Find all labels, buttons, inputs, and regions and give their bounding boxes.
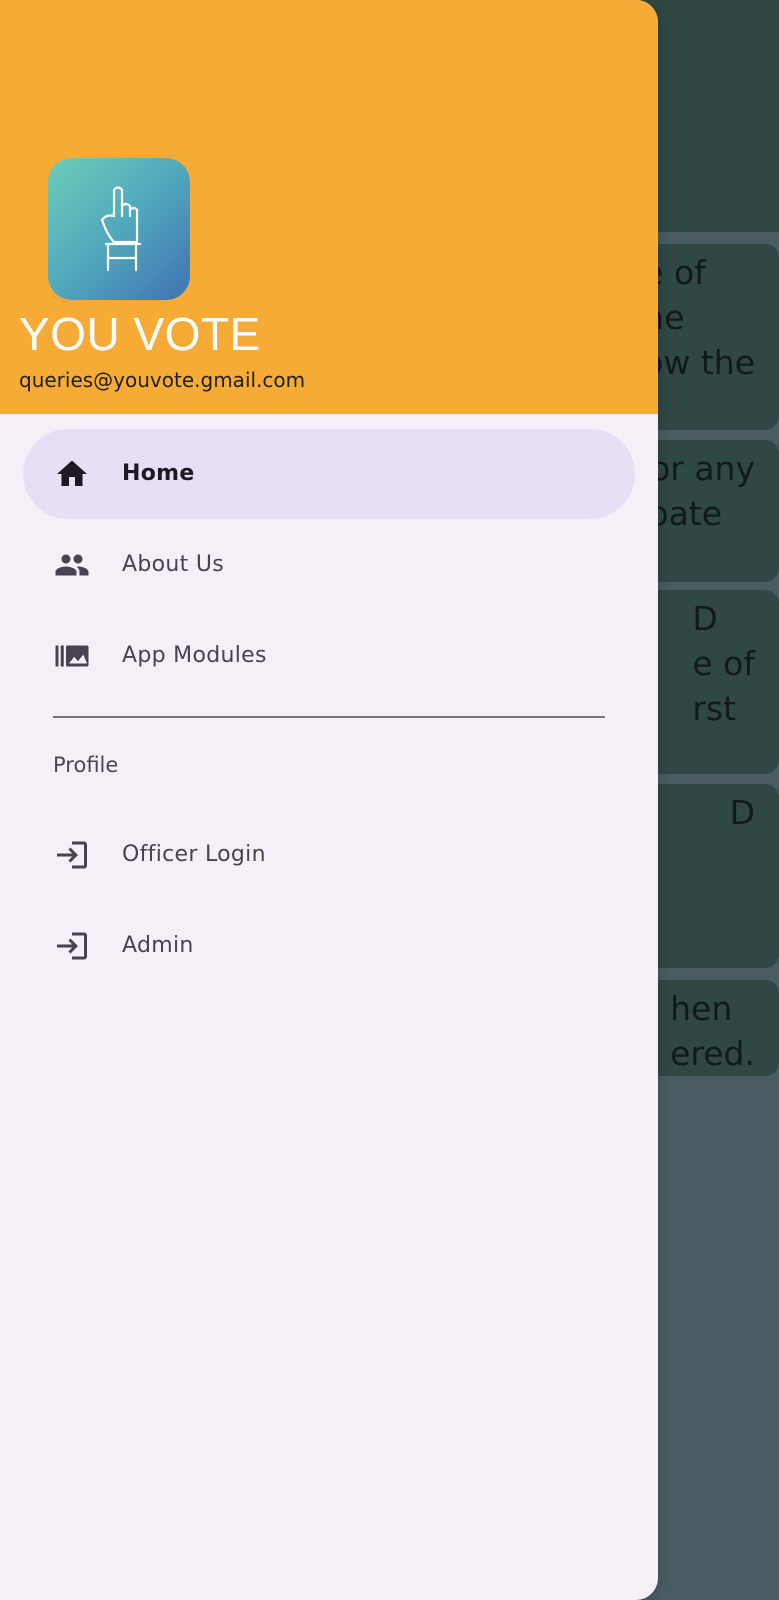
- photo-library-icon: [55, 645, 89, 667]
- navigation-drawer: YOU VOTE queries@youvote.gmail.com Home …: [0, 0, 658, 1600]
- login-icon: [57, 932, 87, 960]
- nav-item-label: App Modules: [122, 643, 267, 668]
- nav-item-app-modules[interactable]: App Modules: [23, 611, 635, 701]
- divider: [53, 716, 605, 718]
- raised-finger-vote-icon: [100, 186, 142, 272]
- section-label-profile: Profile: [53, 753, 119, 777]
- background-card-text: D: [729, 793, 755, 832]
- background-card-text: e of he ow the: [643, 253, 755, 382]
- drawer-header: YOU VOTE queries@youvote.gmail.com: [0, 0, 658, 414]
- nav-item-label: Officer Login: [122, 842, 266, 867]
- login-icon: [57, 841, 87, 869]
- home-icon: [57, 460, 87, 486]
- nav-item-admin[interactable]: Admin: [23, 901, 635, 991]
- nav-item-officer-login[interactable]: Officer Login: [23, 810, 635, 900]
- nav-item-about-us[interactable]: About Us: [23, 520, 635, 610]
- background-card-text: D e of rst: [692, 599, 755, 728]
- contact-email: queries@youvote.gmail.com: [19, 368, 306, 392]
- app-title: YOU VOTE: [19, 308, 261, 360]
- app-logo: [48, 158, 190, 300]
- nav-item-label: About Us: [122, 552, 225, 577]
- nav-item-home[interactable]: Home: [23, 429, 635, 519]
- nav-item-label: Home: [122, 461, 195, 486]
- background-card-text: hen ered.: [670, 989, 755, 1073]
- people-icon: [55, 554, 89, 576]
- nav-item-label: Admin: [122, 933, 194, 958]
